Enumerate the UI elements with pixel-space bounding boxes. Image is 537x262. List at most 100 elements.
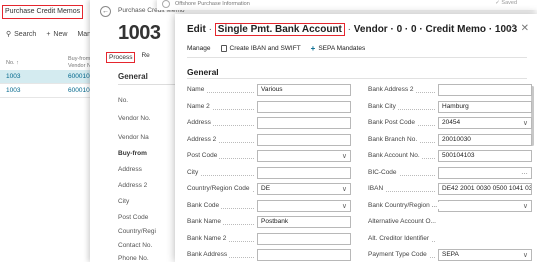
title-highlight: Single Pmt. Bank Account — [214, 23, 345, 36]
field-input[interactable] — [257, 133, 351, 146]
card-label: City — [118, 198, 130, 205]
title-separator: · — [208, 24, 213, 35]
chevron-down-icon[interactable]: ∨ — [342, 202, 347, 211]
edit-bank-account-dialog: Edit · Single Pmt. Bank Account · Vendor… — [175, 14, 537, 262]
field-value: DE42 2001 0030 0500 1041 03 — [442, 185, 532, 192]
field-label: Bank Address 2 — [368, 86, 416, 93]
field-label: Name 2 — [187, 102, 212, 110]
row-vendor[interactable]: 600010 — [68, 84, 90, 98]
manage-action[interactable]: Manage — [187, 45, 211, 52]
field-label: Address — [187, 119, 213, 126]
field-input[interactable] — [257, 232, 351, 245]
card-label: Contact No. — [118, 242, 153, 249]
field-payment-type-code: Payment Type Code SEPA ∨ — [368, 249, 532, 261]
sepa-mandates-action[interactable]: + SEPA Mandates — [310, 43, 366, 53]
row-no[interactable]: 1003 — [6, 84, 20, 98]
lookup-icon[interactable]: … — [521, 168, 528, 178]
field-input[interactable] — [257, 117, 351, 129]
field-label: Bank City — [368, 102, 398, 110]
field-bank-account-no: Bank Account No. 500104103 — [368, 150, 532, 162]
list-page-title: Purchase Credit Memos — [2, 5, 84, 19]
expand-icon[interactable]: ⤢ — [507, 23, 515, 34]
list-toolbar: ⚲ Search + New Manag — [6, 30, 99, 39]
field-value: Various — [261, 86, 283, 93]
plus-icon: + — [310, 43, 316, 53]
field-input[interactable]: 20454 ∨ — [438, 117, 532, 129]
new-action[interactable]: + New — [46, 30, 67, 38]
field-label: Bank Account No. — [368, 152, 422, 159]
field-input[interactable] — [438, 216, 532, 228]
field-value: 20454 — [442, 119, 461, 126]
field-input[interactable]: ∨ — [257, 199, 351, 212]
search-label: Search — [14, 30, 37, 38]
back-arrow-icon[interactable]: ← — [100, 6, 111, 17]
background-page: Offshore Purchase Information ✓ Saved — [157, 0, 537, 10]
field-input[interactable]: Various — [257, 84, 351, 96]
field-label: Bank Branch No. — [368, 135, 420, 143]
field-bank-name: Bank Name Postbank — [187, 216, 351, 228]
field-label: Address 2 — [187, 135, 219, 143]
field-input[interactable]: SEPA ∨ — [438, 249, 532, 261]
field-address-2: Address 2 — [187, 133, 351, 146]
field-value: 20010030 — [442, 135, 471, 143]
chevron-down-icon[interactable]: ∨ — [523, 202, 528, 211]
field-value: 500104103 — [442, 152, 475, 159]
field-label: IBAN — [368, 185, 386, 192]
card-label: Buy-from — [118, 150, 147, 157]
field-input[interactable]: Postbank — [257, 216, 351, 228]
field-input[interactable]: ∨ — [438, 199, 532, 212]
chevron-down-icon[interactable]: ∨ — [342, 185, 347, 194]
re-tab[interactable]: Re — [141, 52, 149, 63]
column-no[interactable]: No. ↑ — [6, 60, 19, 66]
field-bank-country-region: Bank Country/Region ... ∨ — [368, 199, 532, 212]
field-input[interactable] — [257, 166, 351, 179]
field-value: Hamburg — [442, 102, 469, 110]
row-vendor[interactable]: 600010 — [68, 70, 90, 84]
back-arrow-icon[interactable] — [162, 0, 170, 8]
field-input[interactable]: 20010030 — [438, 133, 532, 146]
field-input[interactable]: Hamburg — [438, 100, 532, 113]
card-section-title: General — [118, 72, 148, 81]
field-bank-address-2: Bank Address 2 — [368, 84, 532, 96]
field-alternative-account-o: Alternative Account O... — [368, 216, 532, 228]
field-input[interactable] — [438, 84, 532, 96]
list-header: No. ↑ Buy-from Vendor No. — [0, 56, 100, 70]
field-label: Post Code — [187, 152, 220, 159]
field-bank-branch-no: Bank Branch No. 20010030 — [368, 133, 532, 146]
field-label: Bank Code — [187, 201, 222, 209]
list-page: Purchase Credit Memos ⚲ Search + New Manag… — [0, 0, 100, 262]
field-input[interactable] — [438, 232, 532, 245]
process-tab[interactable]: Process — [106, 52, 136, 63]
create-iban-action[interactable]: Create IBAN and SWIFT — [220, 45, 301, 52]
title-suffix: Vendor · 0 · 0 · Credit Memo · 1003 — [353, 24, 518, 35]
new-label: New — [53, 30, 68, 38]
table-row[interactable]: 1003 600010 — [0, 70, 100, 84]
field-label: Bank Name 2 — [187, 234, 229, 242]
search-action[interactable]: ⚲ Search — [6, 30, 37, 39]
field-input[interactable]: ∨ — [257, 150, 351, 162]
field-input[interactable]: … — [438, 166, 532, 179]
chevron-down-icon[interactable]: ∨ — [523, 251, 528, 260]
table-row[interactable]: 1003 600010 — [0, 84, 100, 98]
field-input[interactable]: DE42 2001 0030 0500 1041 03 — [438, 183, 532, 195]
card-actions: Process Re — [106, 52, 150, 63]
field-input[interactable] — [257, 249, 351, 261]
field-alt-creditor-identifier: Alt. Creditor Identifier — [368, 232, 532, 245]
field-label: Bank Country/Region ... — [368, 201, 440, 209]
dialog-title: Edit · Single Pmt. Bank Account · Vendor… — [187, 23, 518, 36]
field-post-code: Post Code ∨ — [187, 150, 351, 162]
title-prefix: Edit — [187, 24, 206, 35]
chevron-down-icon[interactable]: ∨ — [342, 152, 347, 161]
field-input[interactable] — [257, 100, 351, 113]
field-label: BIC-Code — [368, 168, 399, 176]
field-input[interactable]: DE ∨ — [257, 183, 351, 195]
field-bank-post-code: Bank Post Code 20454 ∨ — [368, 117, 532, 129]
chevron-down-icon[interactable]: ∨ — [523, 119, 528, 128]
row-no[interactable]: 1003 — [6, 70, 20, 84]
field-iban: IBAN DE42 2001 0030 0500 1041 03 — [368, 183, 532, 195]
field-bank-city: Bank City Hamburg — [368, 100, 532, 113]
field-label: Payment Type Code — [368, 251, 429, 258]
field-bic-code: BIC-Code … — [368, 166, 532, 179]
field-input[interactable]: 500104103 — [438, 150, 532, 162]
close-icon[interactable]: ✕ — [521, 23, 529, 34]
